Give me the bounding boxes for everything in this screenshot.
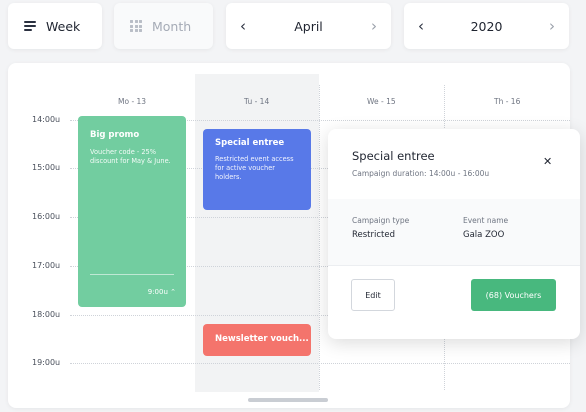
current-year: 2020	[470, 18, 503, 34]
horizontal-scrollbar[interactable]	[248, 398, 328, 402]
month-view-button[interactable]: Month	[114, 3, 213, 49]
current-month: April	[294, 18, 323, 34]
day-header: Mo - 13	[118, 97, 147, 106]
day-header: Th - 16	[494, 97, 521, 106]
chevron-up-icon[interactable]: ⌃	[170, 288, 176, 296]
week-view-label: Week	[46, 18, 81, 34]
chevron-right-icon[interactable]: ›	[371, 18, 377, 34]
close-icon[interactable]: ✕	[543, 156, 552, 167]
time-label: 19:00u	[32, 358, 61, 367]
time-label: 15:00u	[32, 163, 61, 172]
campaign-type-label: Campaign type	[352, 216, 410, 225]
time-label: 16:00u	[32, 212, 61, 221]
divider	[328, 265, 580, 266]
day-header: We - 15	[367, 97, 396, 106]
event-title: Special entree	[215, 138, 285, 148]
event-details-popover: Special entree Campaign duration: 14:00u…	[328, 129, 580, 339]
list-icon	[24, 21, 36, 31]
grid-icon	[130, 20, 142, 32]
time-label: 14:00u	[32, 115, 61, 124]
chevron-left-icon[interactable]: ‹	[240, 18, 246, 34]
event-end-time: 9:00u ⌃	[147, 288, 176, 296]
campaign-duration: Campaign duration: 14:00u - 16:00u	[352, 169, 490, 178]
vouchers-button[interactable]: (68) Vouchers	[471, 279, 556, 311]
week-view-button[interactable]: Week	[8, 3, 102, 49]
hour-line	[70, 363, 570, 364]
day-header: Tu - 14	[244, 97, 270, 106]
event-big-promo[interactable]: Big promo Voucher code - 25% discount fo…	[78, 116, 186, 307]
chevron-left-icon[interactable]: ‹	[418, 18, 424, 34]
event-description: Voucher code - 25% discount for May & Ju…	[90, 148, 171, 165]
edit-button[interactable]: Edit	[351, 279, 395, 311]
event-title: Newsletter vouch...	[215, 334, 309, 344]
chevron-right-icon[interactable]: ›	[549, 18, 555, 34]
month-view-label: Month	[152, 18, 192, 34]
popover-details: Campaign type Restricted Event name Gala…	[328, 199, 580, 265]
event-title: Big promo	[90, 130, 140, 140]
event-name-label: Event name	[463, 216, 509, 225]
month-navigator: ‹ April ›	[226, 3, 391, 49]
popover-title: Special entree	[352, 149, 435, 163]
event-name-value: Gala ZOO	[463, 230, 505, 240]
event-special-entree[interactable]: Special entree Restricted event access f…	[203, 129, 311, 210]
event-divider	[90, 274, 174, 275]
event-description: Restricted event access for active vouch…	[215, 155, 294, 181]
event-newsletter-voucher[interactable]: Newsletter vouch...	[203, 324, 311, 356]
column-divider	[319, 85, 320, 390]
year-navigator: ‹ 2020 ›	[404, 3, 569, 49]
campaign-type-value: Restricted	[352, 230, 396, 240]
time-label: 17:00u	[32, 261, 61, 270]
time-label: 18:00u	[32, 310, 61, 319]
